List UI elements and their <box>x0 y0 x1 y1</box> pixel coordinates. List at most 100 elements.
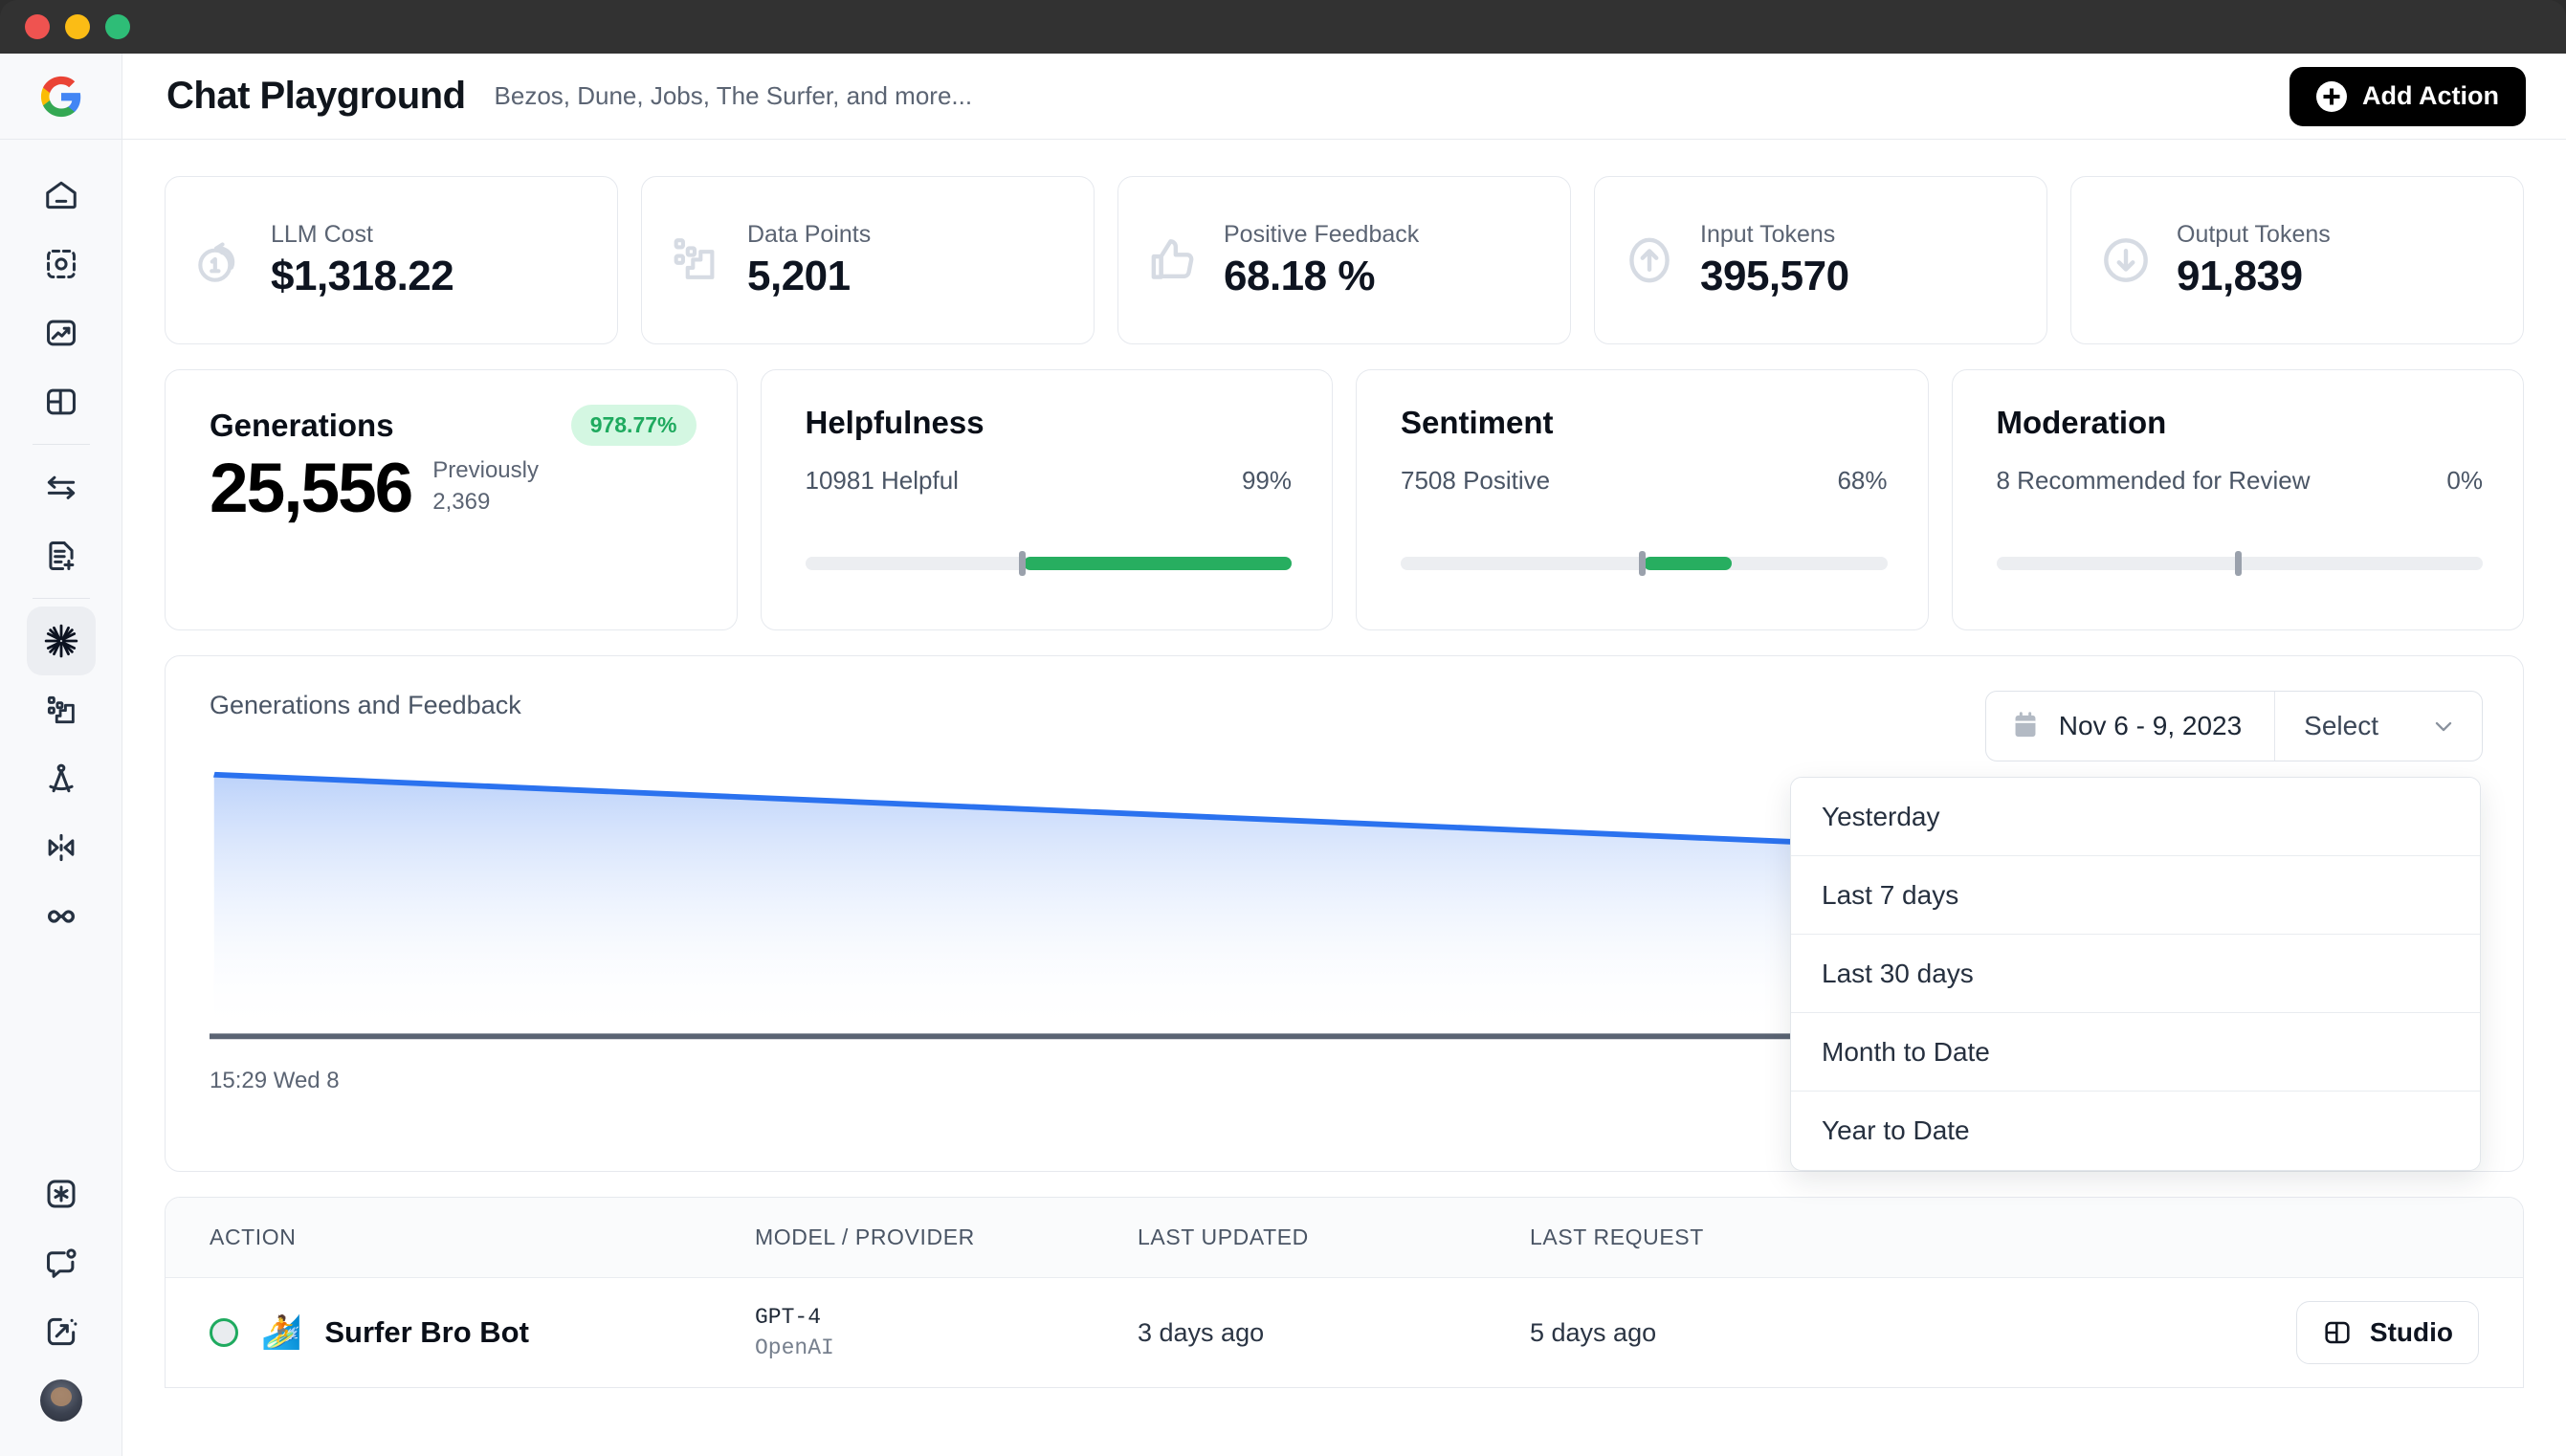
sidebar-item-share[interactable] <box>27 1297 96 1366</box>
metric-value: 25,556 <box>210 453 411 523</box>
sidebar-item-compare[interactable] <box>27 813 96 882</box>
metric-card-helpfulness[interactable]: Helpfulness 10981 Helpful 99% <box>761 369 1334 630</box>
coin-refresh-icon <box>190 231 250 290</box>
dropdown-option-year-to-date[interactable]: Year to Date <box>1791 1092 2480 1170</box>
progress-marker[interactable] <box>1639 551 1646 576</box>
data-blocks-icon <box>667 231 726 290</box>
model-provider: OpenAI <box>755 1335 1138 1360</box>
sidebar-nav-primary <box>27 161 96 436</box>
dropdown-option-yesterday[interactable]: Yesterday <box>1791 778 2480 856</box>
stat-card-llm-cost[interactable]: LLM Cost $1,318.22 <box>165 176 618 344</box>
studio-button-label: Studio <box>2370 1317 2453 1348</box>
metric-sub-row: 10981 Helpful 99% <box>806 466 1293 496</box>
stat-card-output-tokens[interactable]: Output Tokens 91,839 <box>2070 176 2524 344</box>
metric-sub-row: 7508 Positive 68% <box>1401 466 1888 496</box>
metric-value-row: 25,556 Previously 2,369 <box>210 453 697 523</box>
dropdown-option-last-30-days[interactable]: Last 30 days <box>1791 935 2480 1013</box>
sidebar-item-loops[interactable] <box>27 882 96 951</box>
share-box-icon <box>43 1313 79 1350</box>
range-preset-dropdown: Yesterday Last 7 days Last 30 days Month… <box>1790 777 2481 1171</box>
sidebar-item-design[interactable] <box>27 744 96 813</box>
sidebar-item-layout[interactable] <box>27 367 96 436</box>
cell-row-actions: Studio <box>2230 1301 2479 1364</box>
page-header: Chat Playground Bezos, Dune, Jobs, The S… <box>122 54 2566 140</box>
progress-marker[interactable] <box>1019 551 1026 576</box>
focus-scan-icon <box>43 246 79 282</box>
column-header-model-provider: MODEL / PROVIDER <box>755 1224 1138 1250</box>
stat-value: 91,839 <box>2177 253 2331 300</box>
actions-table: ACTION MODEL / PROVIDER LAST UPDATED LAS… <box>165 1197 2524 1388</box>
sparkle-burst-icon <box>42 622 80 660</box>
metric-title: Generations <box>210 408 394 444</box>
range-preset-label: Select <box>2304 711 2378 741</box>
sidebar-item-datasets[interactable] <box>27 675 96 744</box>
metric-card-sentiment[interactable]: Sentiment 7508 Positive 68% <box>1356 369 1929 630</box>
sidebar-item-tokens[interactable] <box>27 1159 96 1228</box>
arrow-down-circle-icon <box>2096 231 2156 290</box>
metric-sub-row: 8 Recommended for Review 0% <box>1997 466 2484 496</box>
stats-row: LLM Cost $1,318.22 Data Points <box>165 176 2524 344</box>
metric-header: Moderation <box>1997 405 2484 441</box>
window-titlebar <box>0 0 2566 54</box>
surfer-emoji-icon: 🏄 <box>261 1316 301 1349</box>
progress-marker[interactable] <box>2235 551 2242 576</box>
compass-divider-icon <box>43 761 79 797</box>
stat-value: 395,570 <box>1700 253 1849 300</box>
stat-card-data-points[interactable]: Data Points 5,201 <box>641 176 1095 344</box>
arrow-up-circle-icon <box>1620 231 1679 290</box>
calendar-icon <box>2011 711 2040 741</box>
page-title: Chat Playground <box>166 75 466 118</box>
status-badge[interactable] <box>210 1318 238 1347</box>
window-zoom-button[interactable] <box>105 14 130 39</box>
chat-bubble-icon <box>43 1245 79 1281</box>
sidebar-divider-2 <box>33 598 90 599</box>
table-row[interactable]: 🏄 Surfer Bro Bot GPT-4 OpenAI 3 days ago… <box>166 1278 2523 1387</box>
sidebar-item-transform[interactable] <box>27 452 96 521</box>
date-range-control-group: Nov 6 - 9, 2023 Select <box>1985 691 2483 761</box>
metric-previous-label: Previously <box>432 455 539 486</box>
asterisk-box-icon <box>43 1176 79 1212</box>
stat-card-input-tokens[interactable]: Input Tokens 395,570 <box>1594 176 2047 344</box>
date-range-button[interactable]: Nov 6 - 9, 2023 <box>1986 692 2275 761</box>
google-logo-icon <box>39 75 83 119</box>
stat-value: 68.18 % <box>1224 253 1419 300</box>
image-trend-icon <box>43 315 79 351</box>
stat-label: Output Tokens <box>2177 221 2331 249</box>
sidebar-item-new-document[interactable] <box>27 521 96 590</box>
column-header-action: ACTION <box>210 1224 755 1250</box>
sidebar-item-playground[interactable] <box>27 607 96 675</box>
sidebar-item-analytics[interactable] <box>27 298 96 367</box>
sidebar-item-scan[interactable] <box>27 230 96 298</box>
home-icon <box>43 177 79 213</box>
metric-subtitle: 7508 Positive <box>1401 466 1550 496</box>
chart-card: Generations and Feedback <box>165 655 2524 1172</box>
sidebar-logo[interactable] <box>0 54 122 140</box>
studio-button[interactable]: Studio <box>2296 1301 2479 1364</box>
progress-bar[interactable] <box>1401 557 1888 570</box>
app-window: Chat Playground Bezos, Dune, Jobs, The S… <box>0 0 2566 1456</box>
sidebar-item-profile[interactable] <box>27 1366 96 1435</box>
cell-action: 🏄 Surfer Bro Bot <box>210 1315 755 1350</box>
stat-card-positive-feedback[interactable]: Positive Feedback 68.18 % <box>1117 176 1571 344</box>
metric-subtitle: 8 Recommended for Review <box>1997 466 2311 496</box>
window-close-button[interactable] <box>25 14 50 39</box>
date-range-value: Nov 6 - 9, 2023 <box>2059 711 2242 741</box>
dropdown-option-last-7-days[interactable]: Last 7 days <box>1791 856 2480 935</box>
progress-bar[interactable] <box>806 557 1293 570</box>
sidebar-item-chat[interactable] <box>27 1228 96 1297</box>
metric-title: Sentiment <box>1401 405 1554 441</box>
stat-label: Positive Feedback <box>1224 221 1419 249</box>
sidebar <box>0 54 122 1456</box>
sidebar-nav-tools <box>27 607 96 951</box>
add-action-button[interactable]: Add Action <box>2289 67 2526 126</box>
swap-arrows-icon <box>43 469 79 505</box>
dropdown-option-month-to-date[interactable]: Month to Date <box>1791 1013 2480 1092</box>
metric-card-moderation[interactable]: Moderation 8 Recommended for Review 0% <box>1952 369 2525 630</box>
sidebar-divider-1 <box>33 444 90 445</box>
sidebar-item-home[interactable] <box>27 161 96 230</box>
metric-card-generations[interactable]: Generations 978.77% 25,556 Previously 2,… <box>165 369 738 630</box>
window-minimize-button[interactable] <box>65 14 90 39</box>
progress-bar[interactable] <box>1997 557 2484 570</box>
range-preset-select[interactable]: Select <box>2275 692 2482 761</box>
metric-title: Moderation <box>1997 405 2167 441</box>
